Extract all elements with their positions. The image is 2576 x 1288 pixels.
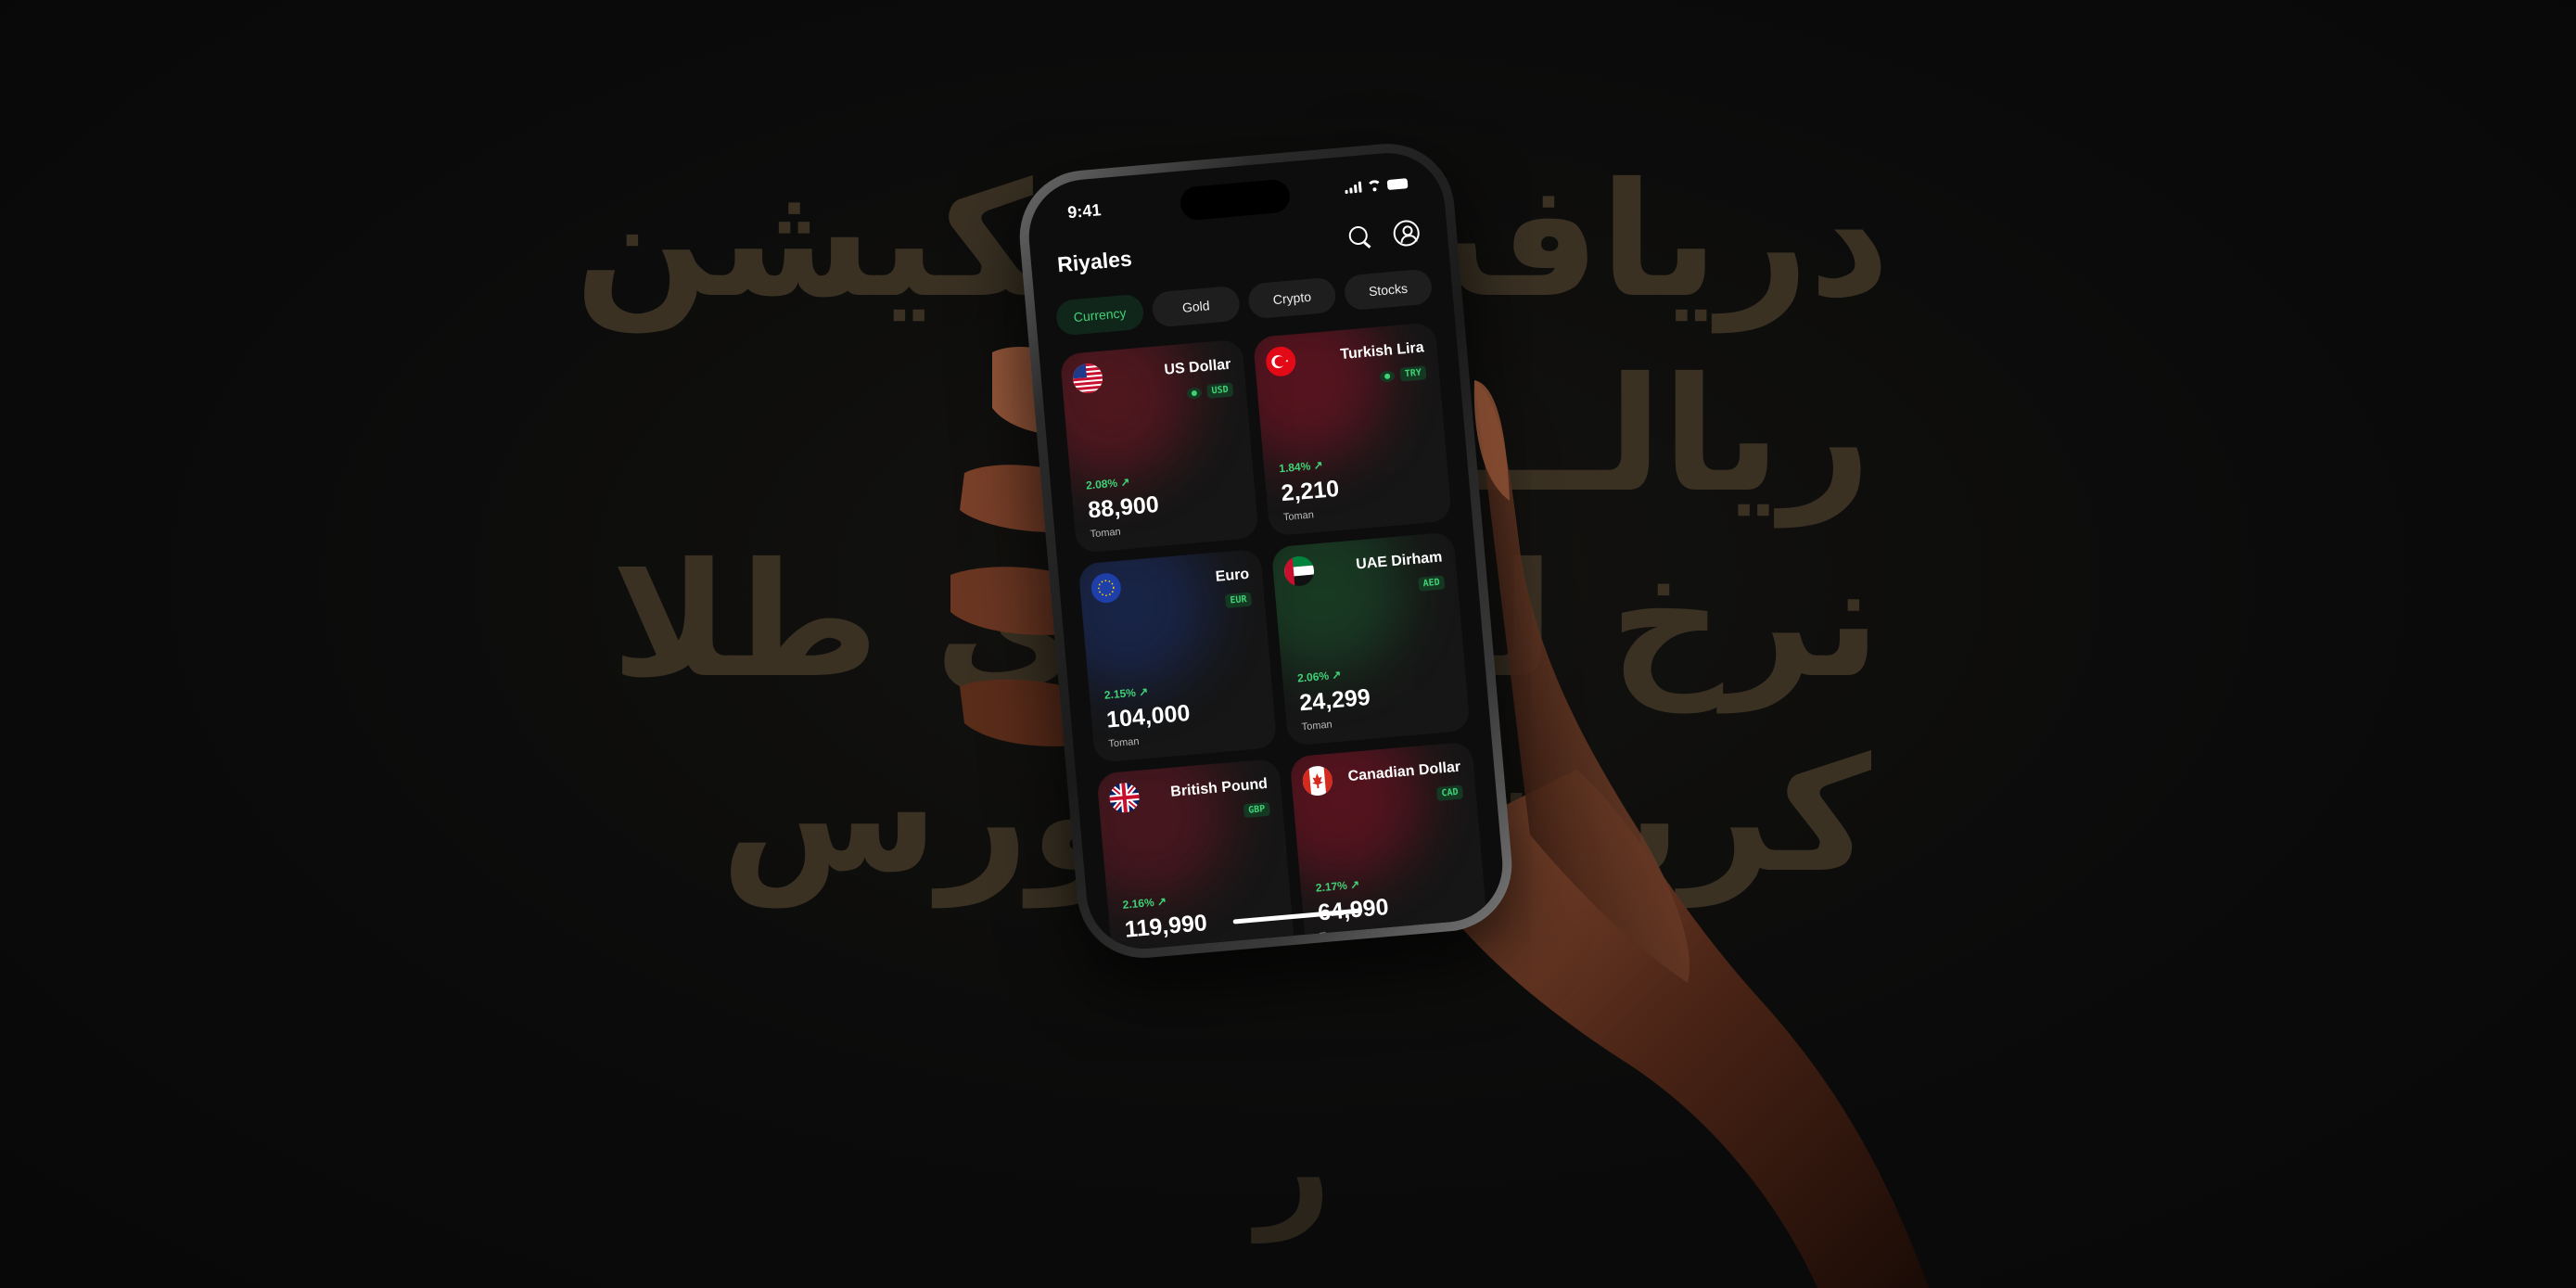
card-glow (1078, 548, 1219, 697)
tab-crypto[interactable]: Crypto (1246, 276, 1337, 320)
battery-icon (1386, 177, 1409, 190)
status-bar: 9:41 (1054, 172, 1417, 226)
app-title: Riyales (1056, 246, 1133, 277)
currency-code: GBP (1243, 801, 1270, 819)
currency-badge: TRY (1379, 365, 1427, 383)
currency-card-eur[interactable]: Euro EUR 2.15% ↗ 104,000 Toman (1078, 548, 1278, 763)
currency-name: Euro (1215, 566, 1250, 585)
rate-value: 2,210 (1280, 475, 1341, 507)
status-time: 9:41 (1066, 200, 1103, 223)
tab-currency[interactable]: Currency (1054, 293, 1145, 337)
currency-card-usd[interactable]: US Dollar USD 2.08% ↗ 88,900 Toman (1059, 338, 1259, 554)
currency-card-gbp[interactable]: British Pound GBP 2.16% ↗ 119,990 Toman (1096, 758, 1296, 954)
eye-icon[interactable] (1186, 386, 1203, 400)
rate-unit: Toman (1301, 719, 1333, 733)
currency-grid: US Dollar USD 2.08% ↗ 88,900 Toman Turki… (1059, 322, 1489, 954)
eye-icon[interactable] (1379, 369, 1396, 383)
tab-gold[interactable]: Gold (1151, 285, 1242, 328)
rate-unit: Toman (1108, 735, 1140, 750)
change-percent: 2.17% ↗ (1315, 877, 1360, 895)
change-percent: 2.06% ↗ (1296, 668, 1342, 685)
signal-icon (1345, 181, 1362, 195)
rate-unit: Toman (1090, 526, 1122, 541)
currency-card-aed[interactable]: UAE Dirham AED 2.06% ↗ 24,299 Toman (1270, 531, 1471, 746)
currency-badge: AED (1418, 575, 1446, 592)
rate-value: 104,000 (1105, 699, 1192, 733)
change-percent: 1.84% ↗ (1278, 458, 1324, 476)
phone-mockup: 9:41 Riyales Currency Gold Crypto Stocks (1014, 138, 1518, 963)
currency-code: AED (1418, 575, 1446, 592)
header-actions (1346, 219, 1421, 251)
currency-badge: GBP (1243, 801, 1270, 819)
wifi-icon (1367, 180, 1383, 192)
currency-badge: USD (1186, 382, 1234, 400)
tab-stocks[interactable]: Stocks (1343, 268, 1434, 312)
currency-badge: CAD (1435, 784, 1464, 801)
currency-badge: EUR (1224, 592, 1253, 608)
currency-code: USD (1206, 382, 1234, 399)
currency-card-try[interactable]: Turkish Lira TRY 1.84% ↗ 2,210 Toman (1252, 322, 1452, 537)
rate-value: 88,900 (1087, 491, 1160, 524)
app-screen: 9:41 Riyales Currency Gold Crypto Stocks (1024, 147, 1508, 954)
rate-value: 119,990 (1123, 910, 1208, 943)
rate-value: 24,299 (1298, 683, 1371, 717)
currency-code: CAD (1435, 784, 1464, 801)
search-icon[interactable] (1346, 223, 1374, 251)
currency-code: TRY (1399, 365, 1427, 382)
change-percent: 2.15% ↗ (1103, 684, 1149, 702)
rate-unit: Toman (1282, 509, 1315, 524)
profile-icon[interactable] (1392, 219, 1421, 248)
status-icons (1345, 177, 1409, 195)
change-percent: 2.08% ↗ (1085, 475, 1130, 492)
currency-code: EUR (1224, 592, 1253, 608)
change-percent: 2.16% ↗ (1122, 894, 1167, 912)
